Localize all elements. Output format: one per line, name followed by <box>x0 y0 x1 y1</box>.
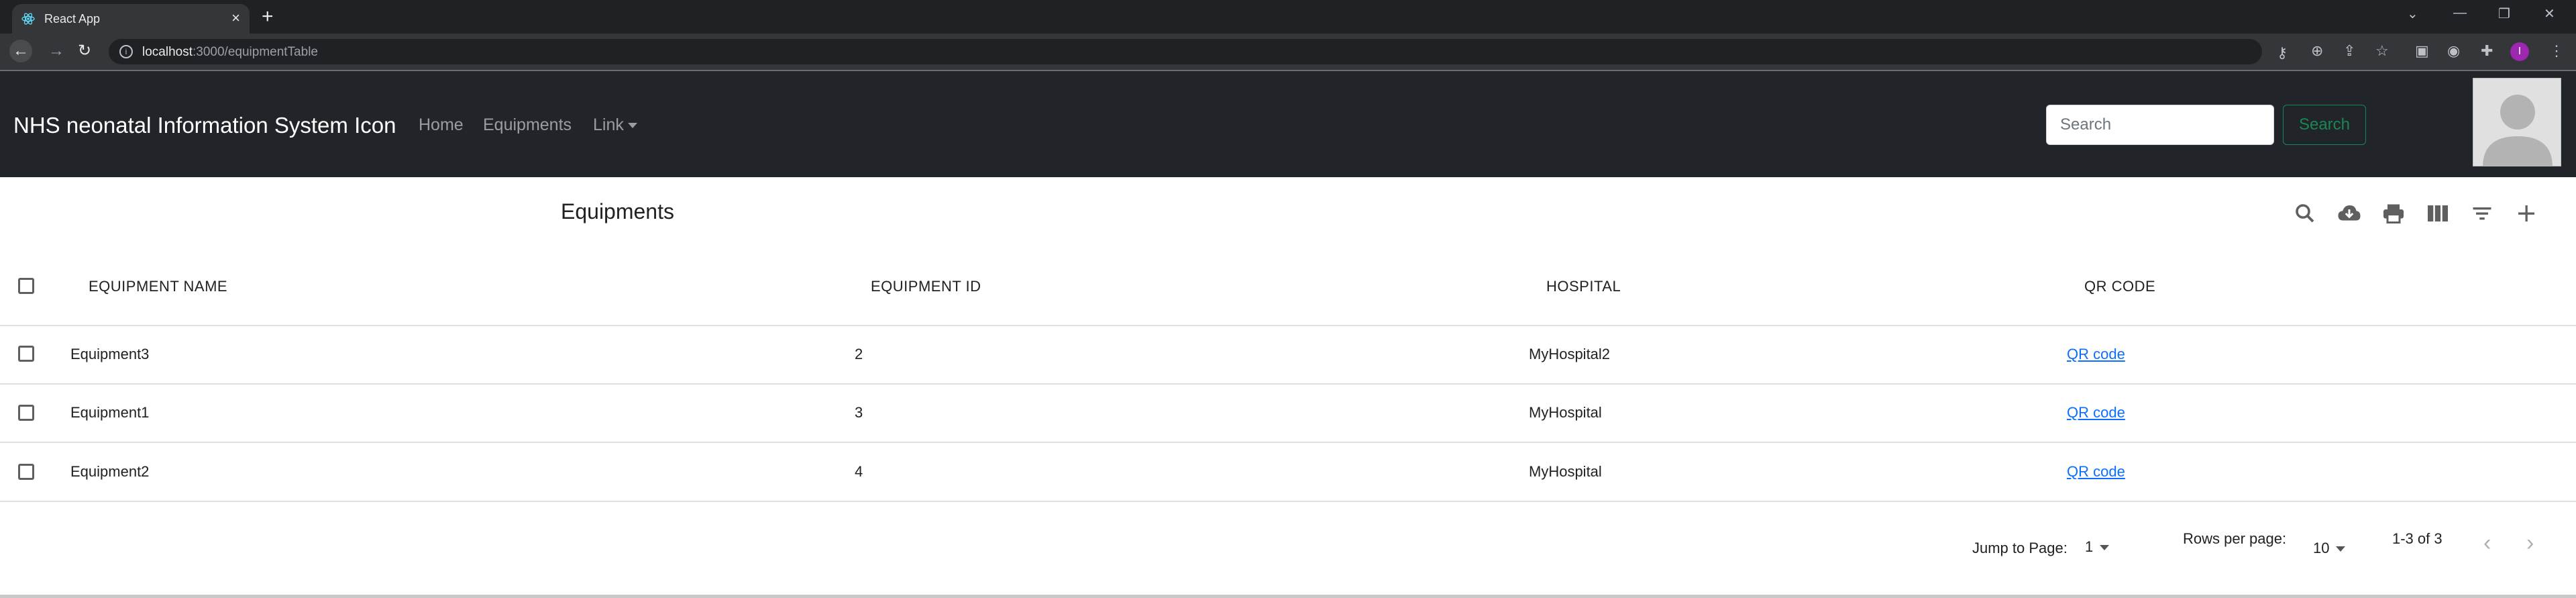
cell-equipment-id: 3 <box>855 404 863 421</box>
tab-title: React App <box>44 12 101 26</box>
restore-icon[interactable]: ❐ <box>2498 5 2510 22</box>
cell-hospital: MyHospital <box>1529 404 1602 421</box>
column-header-equipment-name[interactable]: EQUIPMENT NAME <box>89 278 227 295</box>
cell-hospital: MyHospital2 <box>1529 346 1611 362</box>
column-header-equipment-id[interactable]: EQUIPMENT ID <box>871 278 981 295</box>
cell-equipment-id: 4 <box>855 463 863 480</box>
cell-equipment-name: Equipment3 <box>70 346 150 362</box>
row-divider <box>0 442 2576 443</box>
nav-link-equipments[interactable]: Equipments <box>483 115 572 135</box>
print-icon[interactable] <box>2381 201 2406 226</box>
browser-toolbar: ← → ↻ i localhost:3000/equipmentTable ⚷ … <box>0 34 2576 70</box>
key-icon[interactable]: ⚷ <box>2277 45 2288 61</box>
brand[interactable]: NHS neonatal Information System Icon <box>13 113 396 138</box>
rows-per-page-label: Rows per page: <box>2183 530 2287 547</box>
row-checkbox[interactable] <box>18 346 34 362</box>
previous-page-icon[interactable]: ‹ <box>2483 532 2491 554</box>
row-checkbox[interactable] <box>18 405 34 421</box>
cell-hospital: MyHospital <box>1529 463 1602 480</box>
close-window-icon[interactable]: ✕ <box>2544 5 2555 22</box>
zoom-icon[interactable]: ⊕ <box>2311 43 2323 59</box>
qr-code-link[interactable]: QR code <box>2067 463 2125 481</box>
react-icon <box>21 13 35 25</box>
search-icon[interactable] <box>2293 201 2317 226</box>
cell-equipment-id: 2 <box>855 346 863 362</box>
caret-down-icon <box>627 123 637 129</box>
cell-equipment-name: Equipment2 <box>70 463 150 480</box>
qr-code-link[interactable]: QR code <box>2067 346 2125 363</box>
window-bottom-edge <box>0 595 2576 598</box>
forward-icon[interactable]: → <box>48 42 64 60</box>
nav-dropdown-link[interactable]: Link <box>593 115 637 135</box>
header-divider <box>0 325 2576 326</box>
filter-icon[interactable] <box>2470 201 2494 226</box>
column-header-hospital[interactable]: HOSPITAL <box>1546 278 1621 295</box>
bookmark-star-icon[interactable]: ☆ <box>2375 43 2389 59</box>
back-icon[interactable]: ← <box>9 40 32 62</box>
profile-avatar[interactable]: I <box>2510 42 2529 61</box>
rows-per-page-select[interactable]: 10 <box>2313 540 2346 557</box>
user-avatar[interactable] <box>2473 78 2561 166</box>
cell-equipment-name: Equipment1 <box>70 404 150 421</box>
table-title: Equipments <box>561 199 674 223</box>
view-columns-icon[interactable] <box>2426 201 2450 226</box>
user-silhouette-icon <box>2473 79 2561 166</box>
extension-off-icon[interactable]: ◉ <box>2447 43 2460 59</box>
next-page-icon[interactable]: › <box>2526 532 2534 554</box>
caret-down-icon <box>2100 545 2110 551</box>
jump-to-page-select[interactable]: 1 <box>2085 538 2110 556</box>
row-divider <box>0 501 2576 502</box>
search-input[interactable] <box>2046 105 2274 145</box>
row-divider <box>0 383 2576 385</box>
tab-search-icon[interactable]: ⌄ <box>2407 5 2418 22</box>
close-tab-icon[interactable]: × <box>231 10 240 26</box>
new-tab-icon[interactable]: + <box>262 7 274 27</box>
row-checkbox[interactable] <box>18 464 34 480</box>
url-text: localhost:3000/equipmentTable <box>142 45 318 59</box>
browser-tab-strip: React App × + ⌄ — ❐ ✕ <box>0 0 2576 34</box>
minimize-icon[interactable]: — <box>2453 5 2467 21</box>
browser-tab[interactable]: React App × <box>12 4 250 34</box>
address-bar[interactable]: i localhost:3000/equipmentTable ⚷ <box>109 39 2288 64</box>
reload-icon[interactable]: ↻ <box>78 42 91 60</box>
search-button[interactable]: Search <box>2283 105 2366 145</box>
page-range: 1-3 of 3 <box>2392 530 2443 547</box>
share-icon[interactable]: ⇪ <box>2343 43 2355 59</box>
extensions-puzzle-icon[interactable]: ✚ <box>2481 43 2493 59</box>
add-icon[interactable] <box>2514 201 2538 226</box>
browser-menu-icon[interactable]: ⋮ <box>2549 43 2564 59</box>
caret-down-icon <box>2336 546 2346 552</box>
cloud-download-icon[interactable] <box>2337 201 2361 226</box>
jump-to-page-label: Jump to Page: <box>1972 540 2068 556</box>
site-info-icon[interactable]: i <box>119 45 133 58</box>
extension-box-icon[interactable]: ▣ <box>2415 43 2429 59</box>
column-header-qr-code[interactable]: QR CODE <box>2084 278 2155 295</box>
app-navbar: NHS neonatal Information System Icon Hom… <box>0 71 2576 177</box>
select-all-checkbox[interactable] <box>18 278 34 294</box>
nav-link-home[interactable]: Home <box>419 115 464 135</box>
qr-code-link[interactable]: QR code <box>2067 404 2125 421</box>
